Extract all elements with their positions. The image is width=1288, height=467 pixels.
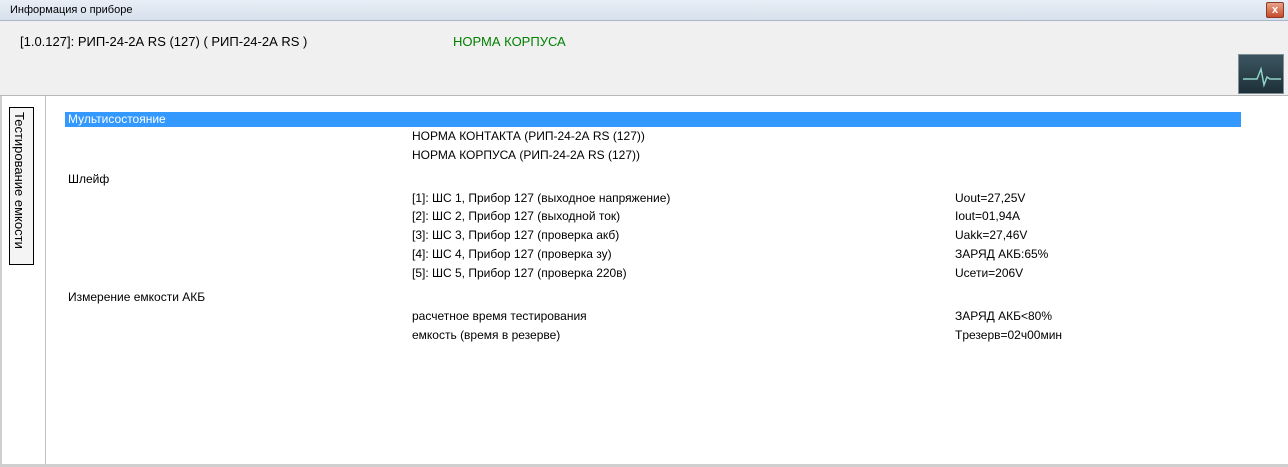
device-header-panel	[0, 21, 1288, 96]
loop-row-name[interactable]: [3]: ШС 3, Прибор 127 (проверка акб)	[412, 227, 619, 243]
loop-row-value: Iout=01,94A	[955, 209, 1021, 223]
loop-row-value: Uout=27,25V	[955, 191, 1026, 205]
device-info-window: Информация о приборе x [1.0.127]: РИП-24…	[0, 0, 1288, 467]
loop-row-name[interactable]: [5]: ШС 5, Прибор 127 (проверка 220в)	[412, 265, 627, 281]
loop-row-name[interactable]: [1]: ШС 1, Прибор 127 (выходное напряжен…	[412, 190, 670, 206]
loop-row-name[interactable]: [2]: ШС 2, Прибор 127 (выходной ток)	[412, 208, 620, 224]
battery-row-value: Tрезерв=02ч00мин	[955, 328, 1063, 342]
tab-capacity-testing-label: Тестирование емкости	[12, 112, 27, 249]
device-status: НОРМА КОРПУСА	[453, 34, 566, 49]
device-name: [1.0.127]: РИП-24-2А RS (127) ( РИП-24-2…	[20, 34, 308, 49]
battery-row-value: ЗАРЯД АКБ<80%	[955, 309, 1053, 323]
battery-row-name[interactable]: расчетное время тестирования	[412, 308, 587, 324]
loop-row-value: Uсети=206V	[955, 266, 1024, 280]
loop-row-value: Uakk=27,46V	[955, 228, 1028, 242]
multistate-item[interactable]: НОРМА КОНТАКТА (РИП-24-2А RS (127))	[412, 128, 645, 144]
window-title: Информация о приборе	[10, 4, 133, 16]
close-button[interactable]: x	[1266, 2, 1284, 18]
tab-capacity-testing[interactable]: Тестирование емкости	[9, 107, 34, 265]
group-label-loop[interactable]: Шлейф	[68, 171, 109, 187]
battery-row-name[interactable]: емкость (время в резерве)	[412, 327, 560, 343]
heartbeat-monitor-icon[interactable]	[1238, 54, 1284, 94]
group-label-battery[interactable]: Измерение емкости АКБ	[68, 289, 205, 305]
tree-row-multistate-selected[interactable]: Мультисостояние	[65, 112, 1241, 127]
close-icon: x	[1271, 4, 1279, 16]
info-tree-area	[45, 96, 1288, 467]
left-edge	[0, 96, 2, 467]
loop-row-name[interactable]: [4]: ШС 4, Прибор 127 (проверка зу)	[412, 246, 612, 262]
multistate-item[interactable]: НОРМА КОРПУСА (РИП-24-2А RS (127))	[412, 147, 640, 163]
tree-row-label: Мультисостояние	[68, 112, 166, 126]
title-bar[interactable]: Информация о приборе x	[0, 0, 1288, 21]
loop-row-value: ЗАРЯД АКБ:65%	[955, 247, 1049, 261]
